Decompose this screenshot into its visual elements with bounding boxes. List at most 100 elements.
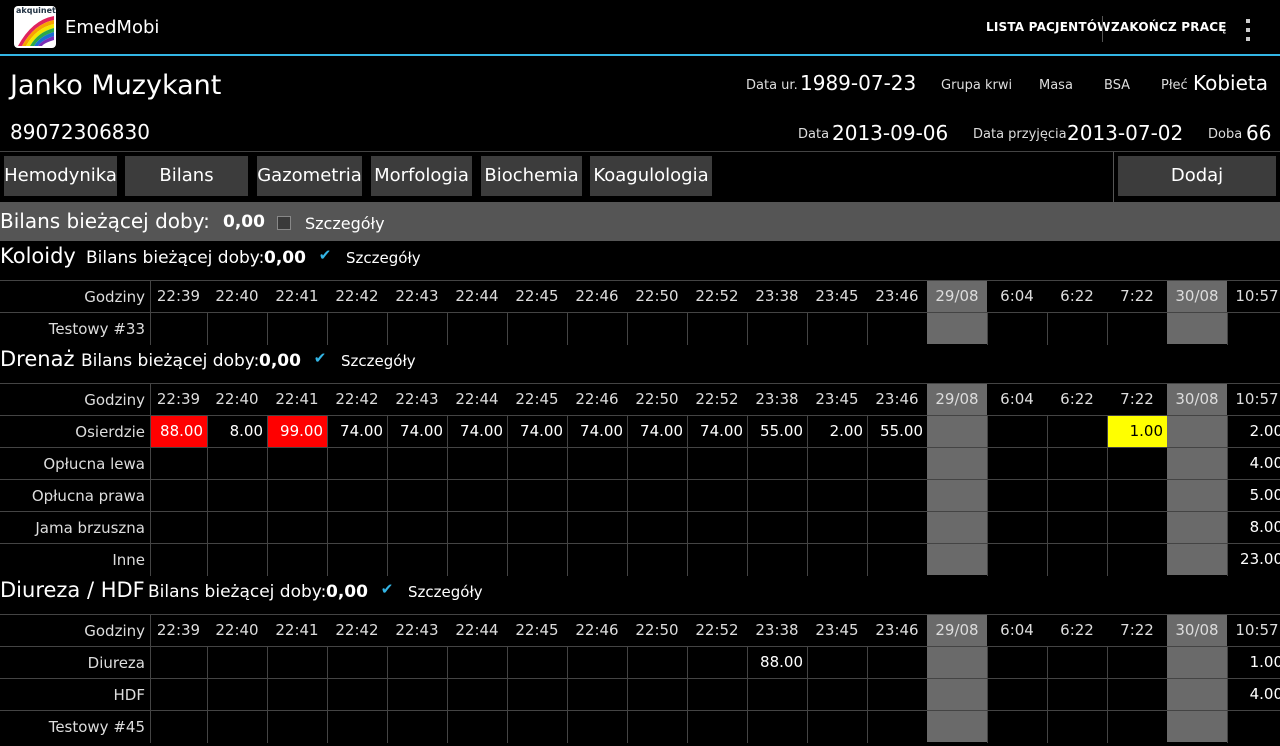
value-cell[interactable] xyxy=(327,448,387,480)
value-cell[interactable] xyxy=(387,711,447,743)
value-cell[interactable] xyxy=(867,544,927,576)
value-cell[interactable] xyxy=(207,711,267,743)
value-cell[interactable] xyxy=(567,679,627,711)
value-cell[interactable] xyxy=(447,448,507,480)
value-cell[interactable] xyxy=(387,544,447,576)
value-cell[interactable] xyxy=(687,512,747,544)
value-cell[interactable]: 99.00 xyxy=(267,416,327,448)
value-cell[interactable] xyxy=(987,448,1047,480)
value-cell[interactable] xyxy=(267,448,327,480)
value-cell[interactable] xyxy=(327,711,387,743)
value-cell[interactable] xyxy=(327,313,387,345)
value-cell[interactable] xyxy=(567,448,627,480)
value-cell[interactable] xyxy=(687,679,747,711)
value-cell[interactable] xyxy=(150,647,207,679)
value-cell[interactable] xyxy=(687,448,747,480)
value-cell[interactable] xyxy=(807,313,867,345)
value-cell[interactable] xyxy=(627,313,687,345)
value-cell[interactable] xyxy=(567,512,627,544)
value-cell[interactable] xyxy=(627,480,687,512)
value-cell[interactable] xyxy=(867,679,927,711)
value-cell[interactable] xyxy=(807,448,867,480)
value-cell[interactable] xyxy=(1227,313,1280,345)
value-cell[interactable] xyxy=(627,647,687,679)
value-cell[interactable] xyxy=(1107,544,1167,576)
value-cell[interactable] xyxy=(150,480,207,512)
section-details-checkbox[interactable]: ✔ xyxy=(379,582,395,598)
value-cell[interactable] xyxy=(807,711,867,743)
value-cell[interactable] xyxy=(207,679,267,711)
value-cell[interactable] xyxy=(747,448,807,480)
value-cell[interactable] xyxy=(327,679,387,711)
value-cell[interactable] xyxy=(1107,679,1167,711)
value-cell[interactable]: 2.00 xyxy=(807,416,867,448)
value-cell[interactable] xyxy=(747,480,807,512)
value-cell[interactable] xyxy=(807,512,867,544)
value-cell[interactable] xyxy=(1047,480,1107,512)
section-details-label[interactable]: Szczegóły xyxy=(341,352,416,370)
value-cell[interactable] xyxy=(387,480,447,512)
value-cell[interactable] xyxy=(627,711,687,743)
value-cell[interactable] xyxy=(567,313,627,345)
value-cell[interactable] xyxy=(747,711,807,743)
value-cell[interactable] xyxy=(567,711,627,743)
value-cell[interactable] xyxy=(207,313,267,345)
value-cell[interactable] xyxy=(207,512,267,544)
value-cell[interactable] xyxy=(1047,416,1107,448)
value-cell[interactable] xyxy=(567,647,627,679)
value-cell[interactable]: 88.00 xyxy=(150,416,207,448)
value-cell[interactable]: 74.00 xyxy=(447,416,507,448)
value-cell[interactable]: 74.00 xyxy=(627,416,687,448)
value-cell[interactable] xyxy=(807,647,867,679)
value-cell[interactable]: 88.00 xyxy=(747,647,807,679)
value-cell[interactable] xyxy=(1107,647,1167,679)
value-cell[interactable] xyxy=(567,544,627,576)
tab-biochemia[interactable]: Biochemia xyxy=(481,156,582,196)
value-cell[interactable] xyxy=(387,448,447,480)
value-cell[interactable] xyxy=(150,711,207,743)
value-cell[interactable] xyxy=(507,679,567,711)
value-cell[interactable] xyxy=(627,679,687,711)
value-cell[interactable] xyxy=(507,711,567,743)
value-cell[interactable] xyxy=(327,544,387,576)
value-cell[interactable] xyxy=(507,448,567,480)
value-cell[interactable] xyxy=(150,679,207,711)
value-cell[interactable]: 4.00 xyxy=(1227,448,1280,480)
value-cell[interactable] xyxy=(747,544,807,576)
value-cell[interactable] xyxy=(747,512,807,544)
value-cell[interactable] xyxy=(987,480,1047,512)
summary-details-checkbox[interactable] xyxy=(277,216,291,230)
value-cell[interactable] xyxy=(267,647,327,679)
value-cell[interactable] xyxy=(447,647,507,679)
value-cell[interactable] xyxy=(207,448,267,480)
app-logo[interactable]: akquinet xyxy=(14,6,56,48)
value-cell[interactable]: 74.00 xyxy=(687,416,747,448)
value-cell[interactable] xyxy=(687,313,747,345)
value-cell[interactable] xyxy=(387,679,447,711)
value-cell[interactable] xyxy=(627,448,687,480)
section-details-checkbox[interactable]: ✔ xyxy=(317,248,333,264)
overflow-menu-icon[interactable] xyxy=(1240,16,1256,42)
value-cell[interactable] xyxy=(867,313,927,345)
tab-morfologia[interactable]: Morfologia xyxy=(371,156,472,196)
value-cell[interactable] xyxy=(150,512,207,544)
patient-list-button[interactable]: LISTA PACJENTÓW xyxy=(986,20,1111,34)
value-cell[interactable] xyxy=(867,512,927,544)
value-cell[interactable] xyxy=(1107,448,1167,480)
value-cell[interactable]: 2.00 xyxy=(1227,416,1280,448)
value-cell[interactable] xyxy=(150,448,207,480)
value-cell[interactable] xyxy=(987,544,1047,576)
value-cell[interactable] xyxy=(267,711,327,743)
value-cell[interactable] xyxy=(807,679,867,711)
value-cell[interactable]: 74.00 xyxy=(327,416,387,448)
value-cell[interactable]: 55.00 xyxy=(867,416,927,448)
value-cell[interactable] xyxy=(267,480,327,512)
value-cell[interactable] xyxy=(447,512,507,544)
value-cell[interactable] xyxy=(687,480,747,512)
value-cell[interactable]: 8.00 xyxy=(207,416,267,448)
section-details-checkbox[interactable]: ✔ xyxy=(312,351,328,367)
value-cell[interactable] xyxy=(987,512,1047,544)
value-cell[interactable] xyxy=(987,679,1047,711)
value-cell[interactable] xyxy=(687,711,747,743)
value-cell[interactable] xyxy=(1047,647,1107,679)
